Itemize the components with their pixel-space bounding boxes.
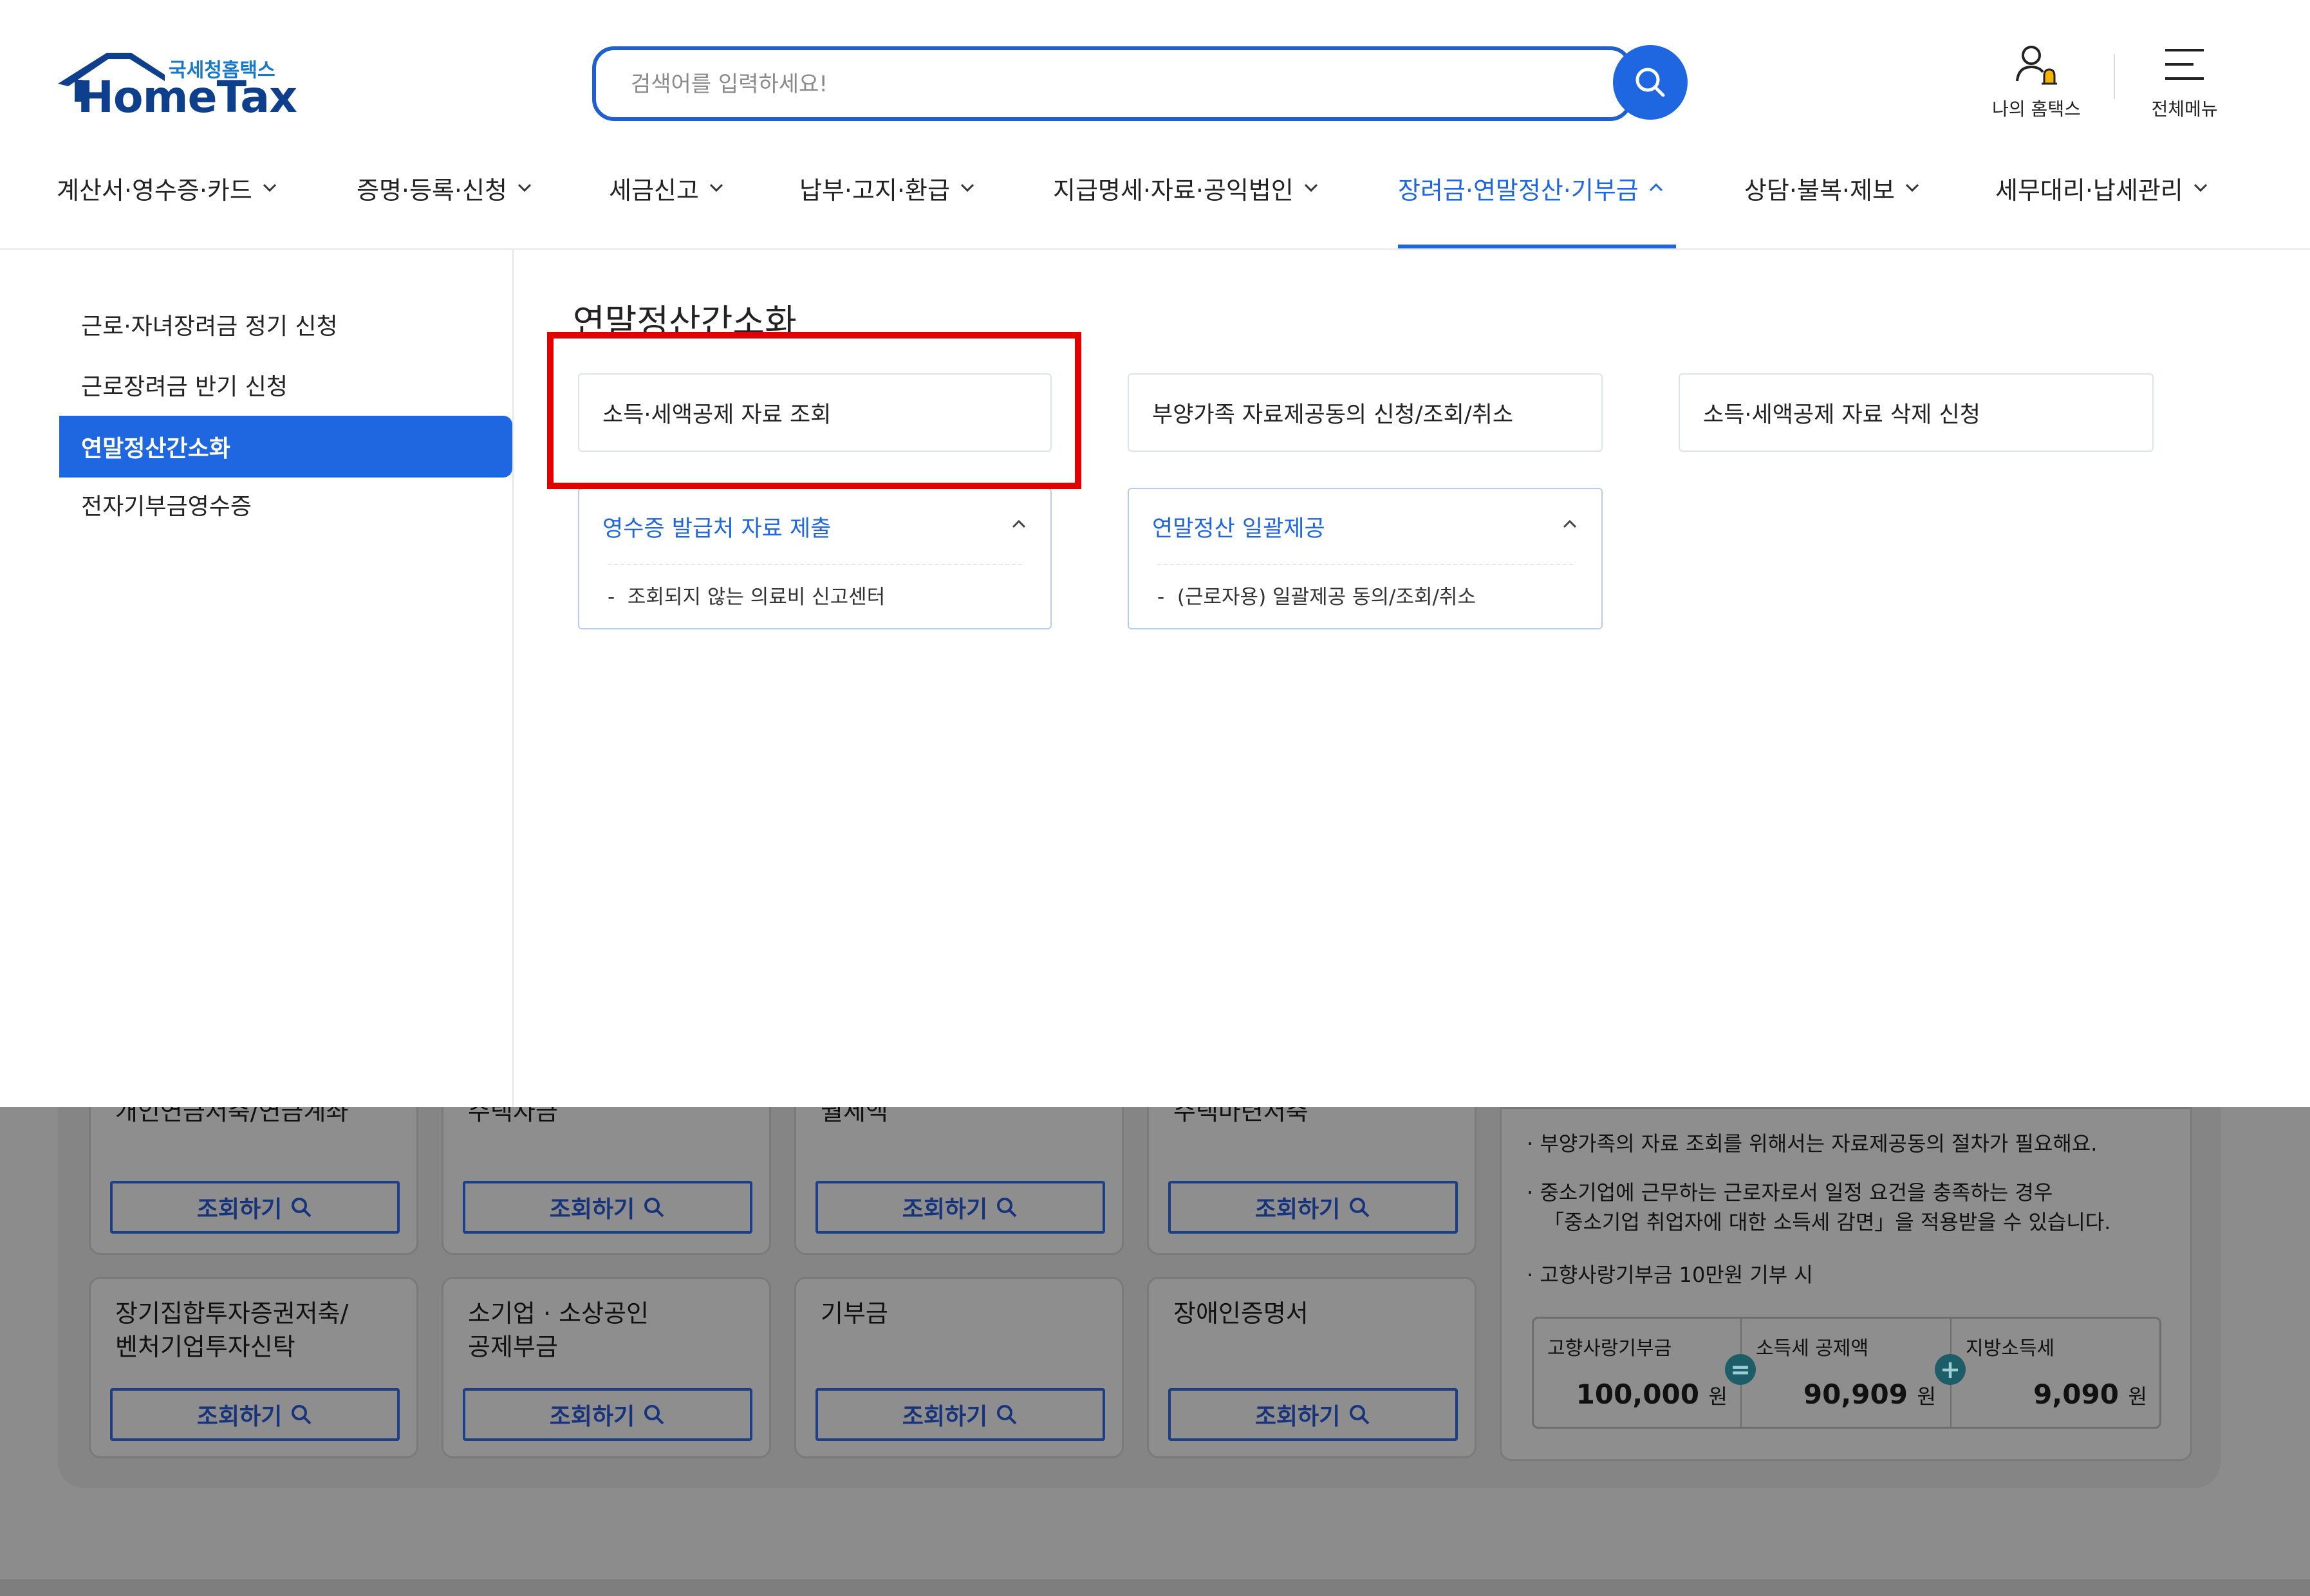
plus-icon: + xyxy=(1935,1354,1966,1385)
menu-card-bulk-provide[interactable]: 연말정산 일괄제공 - (근로자용) 일괄제공 동의/조회/취소 xyxy=(1128,488,1603,629)
search-button[interactable] xyxy=(1613,45,1688,120)
query-button[interactable]: 조회하기 xyxy=(110,1388,400,1441)
chevron-down-icon xyxy=(2194,183,2207,192)
nav-item-invoice[interactable]: 계산서·영수증·카드 xyxy=(57,169,279,207)
query-button[interactable]: 조회하기 xyxy=(815,1181,1105,1234)
query-button[interactable]: 조회하기 xyxy=(1168,1388,1458,1441)
nav-item-consult[interactable]: 상담·불복·제보 xyxy=(1744,169,1922,207)
my-hometax-link[interactable]: 나의 홈택스 xyxy=(1966,42,2107,121)
calc-label: 소득세 공제액 xyxy=(1756,1337,1869,1360)
query-button[interactable]: 조회하기 xyxy=(463,1388,752,1441)
submenu-link[interactable]: - (근로자용) 일괄제공 동의/조회/취소 xyxy=(1129,565,1601,609)
nav-item-certificate[interactable]: 증명·등록·신청 xyxy=(357,169,534,207)
search-icon xyxy=(292,1405,312,1425)
calc-value: 100,000 원 xyxy=(1576,1378,1728,1410)
chevron-down-icon xyxy=(960,183,974,192)
sidebar-item-earned-income-credit[interactable]: 근로·자녀장려금 정기 신청 xyxy=(59,293,512,355)
query-button[interactable]: 조회하기 xyxy=(1168,1181,1458,1234)
search-icon xyxy=(644,1198,664,1218)
bg-card-donation: 기부금 조회하기 xyxy=(794,1277,1124,1458)
calc-label: 고향사랑기부금 xyxy=(1547,1337,1672,1360)
menu-card-deduction-delete[interactable]: 소득·세액공제 자료 삭제 신청 xyxy=(1679,373,2154,452)
header: 국세청홈택스 HomeTax 나의 홈택스 전체메뉴 계산서·영수증·카드 xyxy=(0,0,2310,248)
sidebar-item-donation-receipt[interactable]: 전자기부금영수증 xyxy=(59,474,512,535)
logo-english-text: HomeTax xyxy=(77,72,297,123)
info-line: · 중소기업에 근무하는 근로자로서 일정 요건을 충족하는 경우 xyxy=(1527,1180,2053,1205)
bg-card-disability: 장애인증명서 조회하기 xyxy=(1147,1277,1476,1458)
expand-header[interactable]: 연말정산 일괄제공 xyxy=(1129,489,1601,564)
chevron-up-icon[interactable] xyxy=(1560,515,1579,534)
equals-icon: = xyxy=(1725,1354,1756,1385)
query-button[interactable]: 조회하기 xyxy=(110,1181,400,1234)
nav-item-tax-agent[interactable]: 세무대리·납세관리 xyxy=(1995,169,2210,207)
search-icon xyxy=(292,1198,312,1218)
chevron-down-icon xyxy=(709,183,723,192)
nav-item-label: 지급명세·자료·공익법인 xyxy=(1053,176,1294,205)
chevron-down-icon xyxy=(517,183,531,192)
user-bell-icon xyxy=(2016,46,2057,85)
bg-card-small-business: 소기업 · 소상공인 공제부금 조회하기 xyxy=(442,1277,771,1458)
all-menu-button[interactable]: 전체메뉴 xyxy=(2114,42,2255,121)
nav-item-label: 증명·등록·신청 xyxy=(357,176,507,205)
all-menu-label: 전체메뉴 xyxy=(2151,98,2218,120)
calc-label: 지방소득세 xyxy=(1966,1337,2054,1360)
background-footer xyxy=(0,1579,2310,1596)
search-icon xyxy=(1350,1405,1370,1425)
submenu-link[interactable]: - 조회되지 않는 의료비 신고센터 xyxy=(579,565,1050,609)
search-box xyxy=(592,46,1632,121)
search-icon xyxy=(997,1405,1017,1425)
query-button[interactable]: 조회하기 xyxy=(463,1181,752,1234)
nav-item-label: 납부·고지·환급 xyxy=(799,176,950,205)
info-line: · 고향사랑기부금 10만원 기부 시 xyxy=(1527,1263,1813,1287)
search-icon xyxy=(1350,1198,1370,1218)
hamburger-menu-icon xyxy=(2165,49,2204,80)
mega-menu-divider xyxy=(512,250,514,1107)
nav-item-label: 세무대리·납세관리 xyxy=(1995,176,2183,205)
chevron-down-icon xyxy=(263,183,276,192)
chevron-up-icon xyxy=(1649,183,1663,192)
chevron-down-icon xyxy=(1304,183,1318,192)
nav-item-label: 세금신고 xyxy=(609,176,699,205)
nav-item-label: 계산서·영수증·카드 xyxy=(57,176,252,205)
search-icon xyxy=(997,1198,1017,1218)
info-line: · 부양가족의 자료 조회를 위해서는 자료제공동의 절차가 필요해요. xyxy=(1527,1131,2098,1156)
search-icon xyxy=(644,1405,664,1425)
nav-item-label: 장려금·연말정산·기부금 xyxy=(1398,176,1639,205)
sidebar-item-half-year-credit[interactable]: 근로장려금 반기 신청 xyxy=(59,354,512,416)
highlight-box xyxy=(547,332,1081,489)
nav-item-label: 상담·불복·제보 xyxy=(1744,176,1895,205)
chevron-down-icon xyxy=(1905,183,1919,192)
sidebar-item-year-end-simplified[interactable]: 연말정산간소화 xyxy=(59,416,512,478)
search-input[interactable] xyxy=(629,50,1533,118)
info-line: 「중소기업 취업자에 대한 소득세 감면」을 적용받을 수 있습니다. xyxy=(1543,1210,2111,1234)
nav-item-year-end[interactable]: 장려금·연말정산·기부금 xyxy=(1398,169,1666,207)
calc-value: 9,090 원 xyxy=(2033,1378,2147,1410)
menu-card-dependent-consent[interactable]: 부양가족 자료제공동의 신청/조회/취소 xyxy=(1128,373,1603,452)
bg-card-investment-savings: 장기집합투자증권저축/ 벤처기업투자신탁 조회하기 xyxy=(89,1277,418,1458)
menu-card-receipt-submission[interactable]: 영수증 발급처 자료 제출 - 조회되지 않는 의료비 신고센터 xyxy=(578,488,1052,629)
query-button[interactable]: 조회하기 xyxy=(815,1388,1105,1441)
expand-header[interactable]: 영수증 발급처 자료 제출 xyxy=(579,489,1050,564)
search-icon xyxy=(1635,68,1665,97)
nav-item-statements[interactable]: 지급명세·자료·공익법인 xyxy=(1053,169,1321,207)
nav-item-tax-report[interactable]: 세금신고 xyxy=(609,169,726,207)
my-hometax-label: 나의 홈택스 xyxy=(1992,98,2081,120)
calc-value: 90,909 원 xyxy=(1803,1378,1936,1410)
nav-item-payment[interactable]: 납부·고지·환급 xyxy=(799,169,977,207)
chevron-up-icon[interactable] xyxy=(1009,515,1029,534)
